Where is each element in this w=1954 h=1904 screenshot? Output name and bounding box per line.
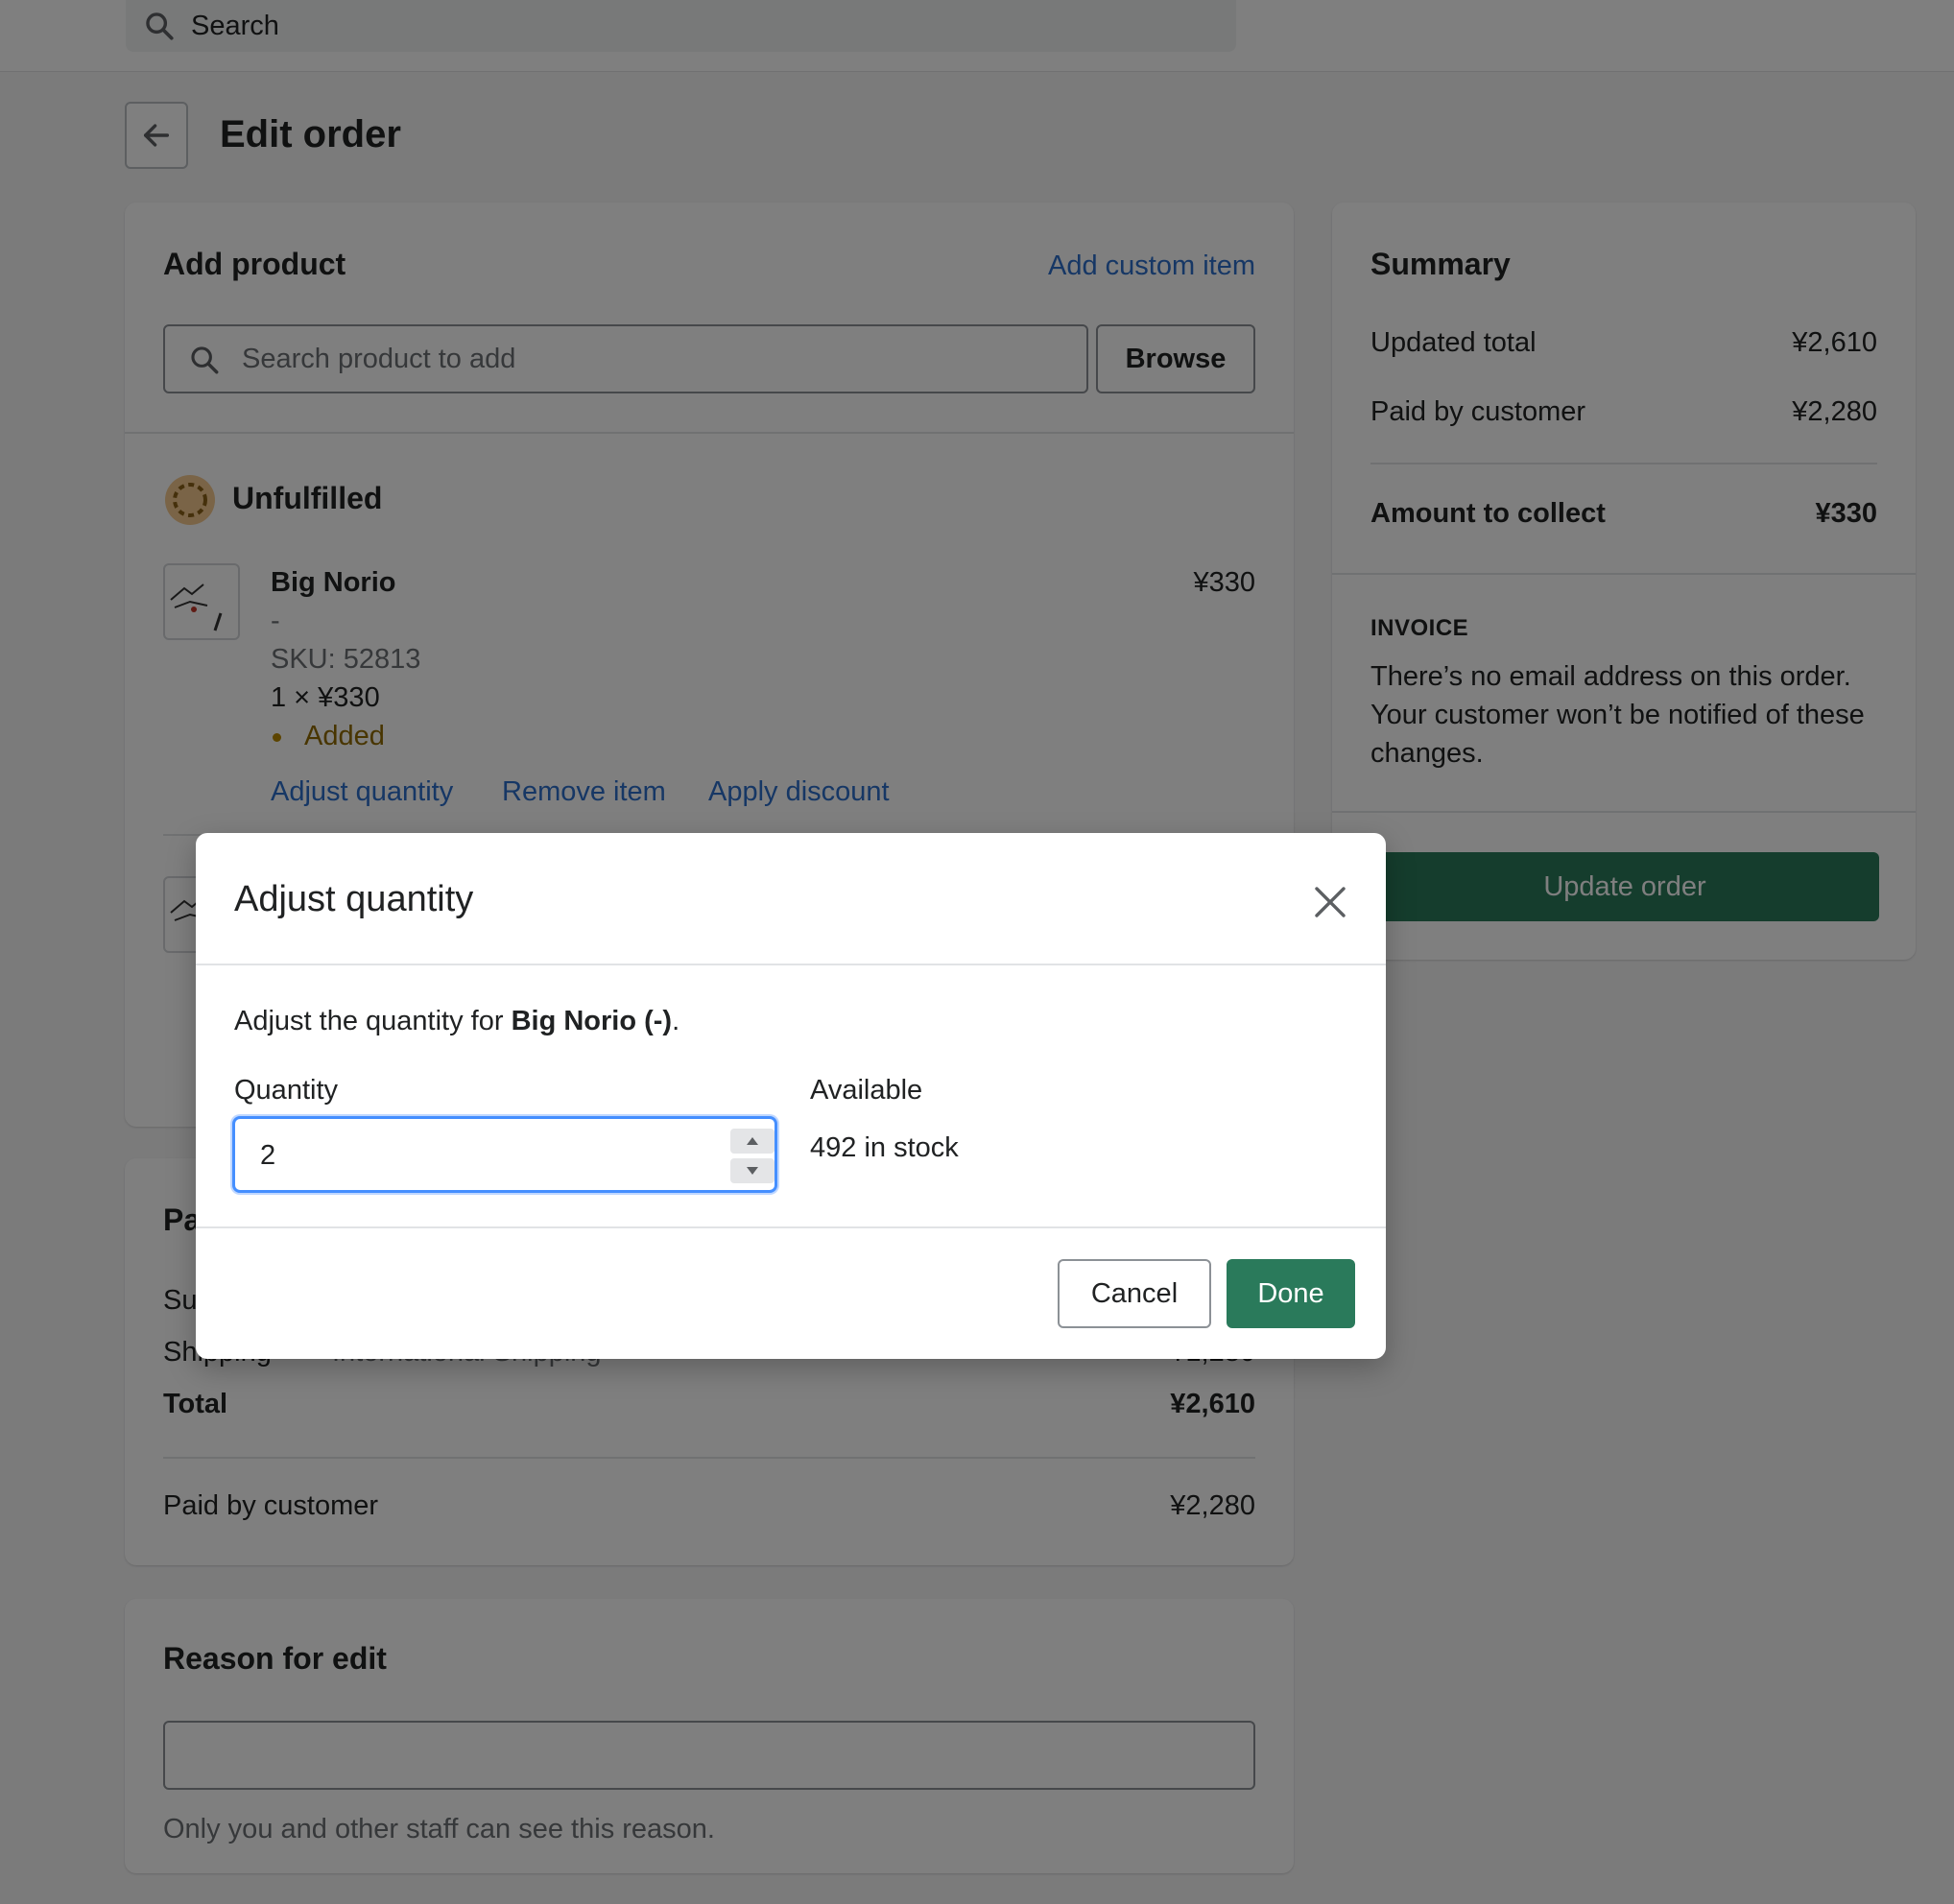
close-icon[interactable] xyxy=(1309,881,1351,923)
caret-up-icon xyxy=(747,1137,758,1145)
modal-description-prefix: Adjust the quantity for xyxy=(234,1006,512,1036)
modal-description-suffix: . xyxy=(672,1006,680,1036)
modal-description-product: Big Norio (-) xyxy=(511,1006,673,1036)
available-label: Available xyxy=(810,1075,923,1106)
modal-title: Adjust quantity xyxy=(234,879,474,919)
modal-description: Adjust the quantity for Big Norio (-). xyxy=(234,1006,679,1037)
caret-down-icon xyxy=(747,1167,758,1175)
done-button[interactable]: Done xyxy=(1227,1259,1355,1328)
modal-footer-divider xyxy=(196,1226,1386,1228)
cancel-button[interactable]: Cancel xyxy=(1058,1259,1211,1328)
stepper-down-button[interactable] xyxy=(730,1158,774,1183)
quantity-stepper[interactable] xyxy=(730,1129,774,1184)
stepper-up-button[interactable] xyxy=(730,1129,774,1154)
quantity-input[interactable] xyxy=(258,1132,684,1178)
modal-header-divider xyxy=(196,964,1386,965)
quantity-label: Quantity xyxy=(234,1075,338,1106)
quantity-field[interactable] xyxy=(232,1116,777,1193)
adjust-quantity-modal: Adjust quantity Adjust the quantity for … xyxy=(196,833,1386,1359)
available-value: 492 in stock xyxy=(810,1132,959,1163)
